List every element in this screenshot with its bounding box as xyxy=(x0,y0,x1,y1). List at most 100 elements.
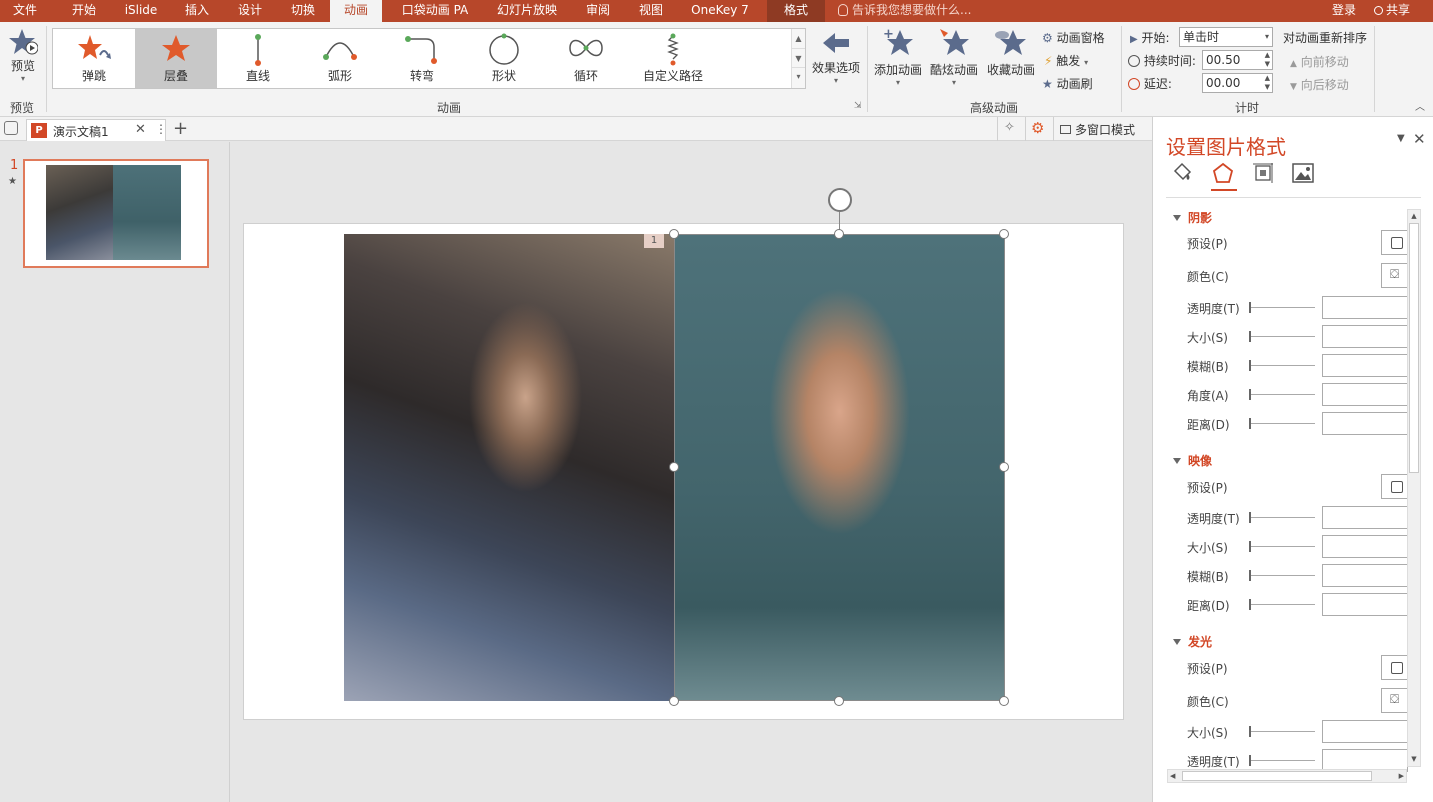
shadow-distance-slider[interactable] xyxy=(1249,418,1315,429)
scroll-up-icon[interactable]: ▲ xyxy=(1408,210,1420,223)
shadow-angle-slider[interactable] xyxy=(1249,389,1315,400)
shadow-blur-input[interactable] xyxy=(1322,354,1408,377)
shadow-size-input[interactable] xyxy=(1322,325,1408,348)
shadow-transparency-slider[interactable] xyxy=(1249,302,1315,313)
gallery-item-turn[interactable]: 转弯 xyxy=(381,29,463,88)
duration-spin-arrows-icon[interactable]: ▲ ▼ xyxy=(1265,51,1270,69)
gallery-item-loop[interactable]: 循环 xyxy=(545,29,627,88)
reflection-section-header[interactable]: 映像 xyxy=(1173,452,1212,469)
reflection-distance-slider[interactable] xyxy=(1249,599,1315,610)
duration-spinner[interactable]: 00.50 ▲ ▼ xyxy=(1202,50,1273,70)
preview-dropdown-icon[interactable]: ▾ xyxy=(4,74,42,83)
reflection-size-input[interactable] xyxy=(1322,535,1408,558)
trigger-button[interactable]: ⚡ 触发 ▾ xyxy=(1044,52,1088,69)
delay-spin-arrows-icon[interactable]: ▲ ▼ xyxy=(1265,74,1270,92)
reflection-size-slider[interactable] xyxy=(1249,541,1315,552)
tab-7[interactable]: 口袋动画 PA xyxy=(392,0,478,22)
gallery-item-line[interactable]: 直线 xyxy=(217,29,299,88)
tell-me-search[interactable]: 告诉我您想要做什么... xyxy=(838,0,971,22)
resize-handle[interactable] xyxy=(999,696,1009,706)
document-tab[interactable]: P 演示文稿1 ✕ ⋮ xyxy=(26,119,167,141)
glow-size-input[interactable] xyxy=(1322,720,1408,743)
shadow-angle-input[interactable] xyxy=(1322,383,1408,406)
reflection-blur-slider[interactable] xyxy=(1249,570,1315,581)
start-select[interactable]: 单击时 ▾ xyxy=(1179,27,1273,47)
gallery-scroll-up-icon[interactable]: ▲ xyxy=(792,29,805,48)
new-tab-icon[interactable]: + xyxy=(173,118,188,139)
horizontal-scroll-thumb[interactable] xyxy=(1182,771,1372,781)
move-later-button[interactable]: ▼ 向后移动 xyxy=(1290,76,1349,93)
glow-section-header[interactable]: 发光 xyxy=(1173,633,1212,650)
shadow-color-button[interactable]: ⛋ xyxy=(1381,263,1409,288)
resize-handle[interactable] xyxy=(669,462,679,472)
picture-icon[interactable] xyxy=(1291,161,1315,185)
settings-gear-icon[interactable]: ⚙ xyxy=(1031,119,1044,137)
animation-pane-button[interactable]: ⚙ 动画窗格 xyxy=(1042,29,1105,46)
tab-1[interactable]: 开始 xyxy=(57,0,111,22)
photo-woman-denim-jacket[interactable] xyxy=(344,234,674,701)
share-button[interactable]: 共享 xyxy=(1374,0,1410,22)
login-link[interactable]: 登录 xyxy=(1332,0,1356,22)
pane-options-chevron-icon[interactable]: ▼ xyxy=(1397,133,1405,144)
gallery-item-arc[interactable]: 弧形 xyxy=(299,29,381,88)
gallery-scroll-down-icon[interactable]: ▼ xyxy=(792,48,805,68)
pane-horizontal-scrollbar[interactable]: ◀ ▶ xyxy=(1167,769,1407,783)
rotate-handle-icon[interactable] xyxy=(828,188,852,212)
resize-handle[interactable] xyxy=(834,696,844,706)
multi-window-button[interactable]: 多窗口模式 xyxy=(1060,121,1135,138)
collapse-ribbon-icon[interactable]: ︿ xyxy=(1415,98,1425,113)
cool-animation-button[interactable]: 酷炫动画 ▾ xyxy=(928,26,980,87)
tab-5[interactable]: 切换 xyxy=(277,0,329,22)
reflection-transparency-input[interactable] xyxy=(1322,506,1408,529)
shadow-size-slider[interactable] xyxy=(1249,331,1315,342)
gallery-item-bounce[interactable]: 弹跳 xyxy=(53,29,135,88)
size-properties-icon[interactable] xyxy=(1251,161,1275,185)
favorite-animation-button[interactable]: 收藏动画 xyxy=(985,26,1037,78)
scroll-down-icon[interactable]: ▼ xyxy=(1408,753,1420,766)
tab-11[interactable]: OneKey 7 xyxy=(682,0,758,22)
tab-0[interactable]: 文件 xyxy=(0,0,50,22)
scroll-left-icon[interactable]: ◀ xyxy=(1170,770,1175,782)
preview-button[interactable]: 预览 ▾ xyxy=(4,28,42,83)
tab-2[interactable]: iSlide xyxy=(113,0,169,22)
animation-gallery[interactable]: 弹跳 层叠 直线 弧形 转弯 形状 循环 自定义路径 ▲ ▼ ▾ xyxy=(52,28,806,89)
resize-handle[interactable] xyxy=(834,229,844,239)
gallery-scrollbar[interactable]: ▲ ▼ ▾ xyxy=(791,29,805,88)
tab-8[interactable]: 幻灯片放映 xyxy=(487,0,567,22)
move-earlier-button[interactable]: ▲ 向前移动 xyxy=(1290,53,1349,70)
tab-9[interactable]: 审阅 xyxy=(574,0,622,22)
tab-4[interactable]: 设计 xyxy=(224,0,276,22)
gallery-more-icon[interactable]: ▾ xyxy=(792,68,805,86)
reflection-preset-button[interactable] xyxy=(1381,474,1409,499)
tab-6[interactable]: 动画 xyxy=(330,0,382,22)
gallery-item-shape[interactable]: 形状 xyxy=(463,29,545,88)
tab-menu-icon[interactable]: ⋮ xyxy=(155,122,167,136)
tab-home-icon[interactable] xyxy=(4,121,18,135)
scroll-thumb[interactable] xyxy=(1409,223,1419,473)
reflection-distance-input[interactable] xyxy=(1322,593,1408,616)
shadow-transparency-input[interactable] xyxy=(1322,296,1408,319)
fill-line-icon[interactable] xyxy=(1171,161,1193,183)
dialog-launcher-icon[interactable]: ⇲ xyxy=(854,101,862,111)
reflection-blur-input[interactable] xyxy=(1322,564,1408,587)
glow-size-slider[interactable] xyxy=(1249,726,1315,737)
shadow-blur-slider[interactable] xyxy=(1249,360,1315,371)
pane-vertical-scrollbar[interactable]: ▲ ▼ xyxy=(1407,209,1421,767)
tab-3[interactable]: 插入 xyxy=(171,0,223,22)
gallery-item-custom-path[interactable]: 自定义路径 xyxy=(627,29,719,88)
effects-pentagon-icon[interactable] xyxy=(1211,161,1235,185)
glow-preset-button[interactable] xyxy=(1381,655,1409,680)
resize-handle[interactable] xyxy=(669,229,679,239)
tab-10[interactable]: 视图 xyxy=(627,0,675,22)
pane-close-icon[interactable]: ✕ xyxy=(1413,130,1426,148)
close-tab-icon[interactable]: ✕ xyxy=(135,122,146,137)
add-animation-button[interactable]: + 添加动画 ▾ xyxy=(872,26,924,87)
pin-icon[interactable]: ✧ xyxy=(1004,120,1015,135)
shadow-preset-button[interactable] xyxy=(1381,230,1409,255)
scroll-right-icon[interactable]: ▶ xyxy=(1399,770,1404,782)
glow-transparency-slider[interactable] xyxy=(1249,755,1315,766)
resize-handle[interactable] xyxy=(999,229,1009,239)
resize-handle[interactable] xyxy=(669,696,679,706)
shadow-distance-input[interactable] xyxy=(1322,412,1408,435)
shadow-section-header[interactable]: 阴影 xyxy=(1173,209,1212,226)
